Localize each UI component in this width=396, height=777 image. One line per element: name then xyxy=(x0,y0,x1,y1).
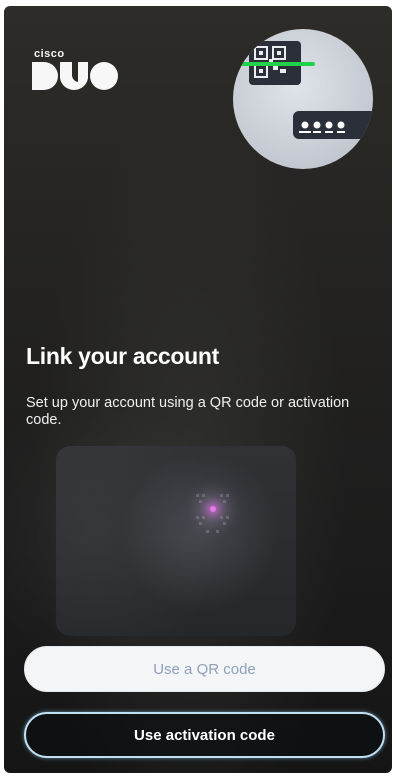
cisco-duo-logo: cisco xyxy=(32,48,122,98)
qr-glow-icon xyxy=(179,475,247,543)
page-title: Link your account xyxy=(26,343,219,369)
cisco-wordmark: cisco xyxy=(34,48,65,60)
use-qr-code-label: Use a QR code xyxy=(153,660,256,678)
link-account-screen: cisco Link your account Set up your acco… xyxy=(4,6,392,773)
use-qr-code-button[interactable]: Use a QR code xyxy=(24,646,385,692)
scan-line xyxy=(237,62,315,66)
use-activation-code-button[interactable]: Use activation code xyxy=(24,712,385,758)
camera-preview xyxy=(56,446,296,636)
page-subtitle: Set up your account using a QR code or a… xyxy=(26,395,350,428)
qr-scan-illustration xyxy=(233,29,373,169)
use-activation-code-label: Use activation code xyxy=(134,726,275,744)
duo-wordmark xyxy=(32,62,118,91)
